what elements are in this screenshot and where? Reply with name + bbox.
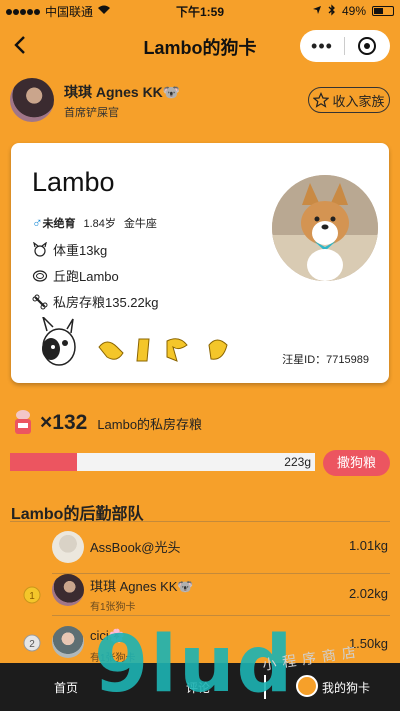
silver-medal-icon: 2 xyxy=(22,632,42,652)
status-bar: 中国联通 下午1:59 49% xyxy=(0,0,400,22)
owner-name: 琪琪 Agnes KK🐨 xyxy=(64,84,181,100)
dog-age: 1.84岁 xyxy=(83,217,116,230)
tab-home[interactable]: 首页 xyxy=(54,679,78,696)
owner-avatar[interactable] xyxy=(10,78,54,122)
join-family-label: 收入家族 xyxy=(332,93,385,109)
feed-dog-button[interactable]: 撒狗粮 xyxy=(323,450,390,476)
owner-row: 琪琪 Agnes KK🐨 首席铲屎官 收入家族 xyxy=(10,76,390,124)
snack-row: ×132 Lambo的私房存粮 xyxy=(12,406,202,440)
dog-meta: ♂未绝育 1.84岁 金牛座 xyxy=(32,214,157,231)
mini-program-capsule: ••• xyxy=(300,30,390,62)
location-icon xyxy=(312,4,322,18)
owner-role: 首席铲屎官 xyxy=(64,107,119,119)
svg-text:1: 1 xyxy=(29,591,35,602)
target-icon xyxy=(358,37,376,55)
team-member-kg: 1.01kg xyxy=(348,538,388,553)
snack-count: ×132 xyxy=(40,411,88,434)
battery-icon xyxy=(372,6,394,16)
dog-sign: 金牛座 xyxy=(123,217,157,230)
bone-icon xyxy=(32,294,48,309)
team-member-name: AssBook@光头 xyxy=(90,540,181,555)
corgi-illustration xyxy=(272,175,378,281)
battery-percent: 49% xyxy=(341,4,366,18)
progress-text: 223g xyxy=(284,455,311,469)
cici-doodle-icon xyxy=(41,314,228,366)
team-avatar[interactable] xyxy=(52,531,84,563)
team-member-name: 琪琪 Agnes KK🐨 xyxy=(90,579,194,594)
star-icon xyxy=(313,92,330,108)
more-button[interactable]: ••• xyxy=(300,37,344,55)
breed-attr: 丘跑Lambo xyxy=(32,266,119,285)
weight-label: 体重13kg xyxy=(53,243,108,258)
nav-bar: Lambo的狗卡 ••• xyxy=(0,24,400,66)
food-progress-bar: 223g xyxy=(10,453,315,471)
team-member-kg: 2.02kg xyxy=(348,586,388,601)
close-button[interactable] xyxy=(345,37,389,55)
team-avatar[interactable] xyxy=(52,574,84,606)
gold-medal-icon: 1 xyxy=(22,584,42,604)
male-icon: ♂ xyxy=(32,214,43,230)
progress-fill xyxy=(10,453,78,471)
dog-card: Lambo ♂未绝育 1.84岁 金牛座 体重13kg 丘跑Lambo 私房存粮… xyxy=(11,143,389,383)
dog-photo[interactable] xyxy=(272,175,378,281)
dog-card-icon xyxy=(296,675,318,697)
savings-attr: 私房存粮135.22kg xyxy=(32,292,159,311)
bowl-icon xyxy=(32,269,48,282)
snack-label: Lambo的私房存粮 xyxy=(97,416,203,432)
join-family-button[interactable]: 收入家族 xyxy=(308,87,390,113)
bluetooth-icon xyxy=(328,3,336,19)
neuter-status: 未绝育 xyxy=(42,218,76,230)
team-member-cards: 有1张狗卡 xyxy=(90,602,136,613)
food-jar-icon xyxy=(15,410,31,434)
savings-label: 私房存粮135.22kg xyxy=(53,295,159,310)
team-row[interactable]: 1 琪琪 Agnes KK🐨 有1张狗卡 2.02kg xyxy=(0,564,400,616)
team-avatar[interactable] xyxy=(52,626,84,658)
breed-label: 丘跑Lambo xyxy=(53,269,119,284)
weight-attr: 体重13kg xyxy=(32,240,107,259)
svg-text:2: 2 xyxy=(29,639,35,650)
dog-name: Lambo xyxy=(32,167,115,197)
wangxing-id: 汪星ID：7715989 xyxy=(282,354,369,366)
dog-face-icon xyxy=(33,241,47,257)
tab-my-dog-card[interactable]: 我的狗卡 xyxy=(322,679,370,696)
dog-doodle-sticker xyxy=(37,314,252,378)
status-right: 49% xyxy=(312,3,394,19)
